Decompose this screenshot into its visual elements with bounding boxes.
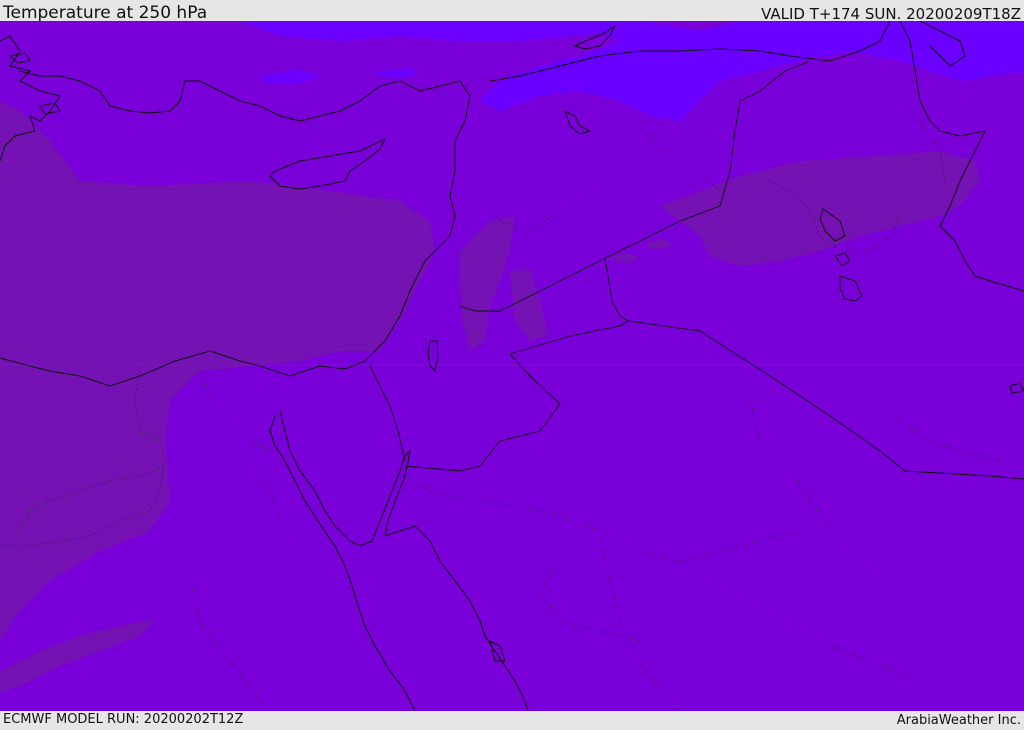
map-title: Temperature at 250 hPa (3, 3, 208, 23)
model-run: ECMWF MODEL RUN: 20200202T12Z (3, 712, 244, 727)
credit-text: ArabiaWeather Inc. (896, 713, 1021, 728)
header-bar: Temperature at 250 hPa VALID T+174 SUN. … (0, 0, 1024, 23)
weather-map[interactable] (0, 21, 1024, 711)
footer-bar: ECMWF MODEL RUN: 20200202T12Z ArabiaWeat… (0, 711, 1024, 729)
